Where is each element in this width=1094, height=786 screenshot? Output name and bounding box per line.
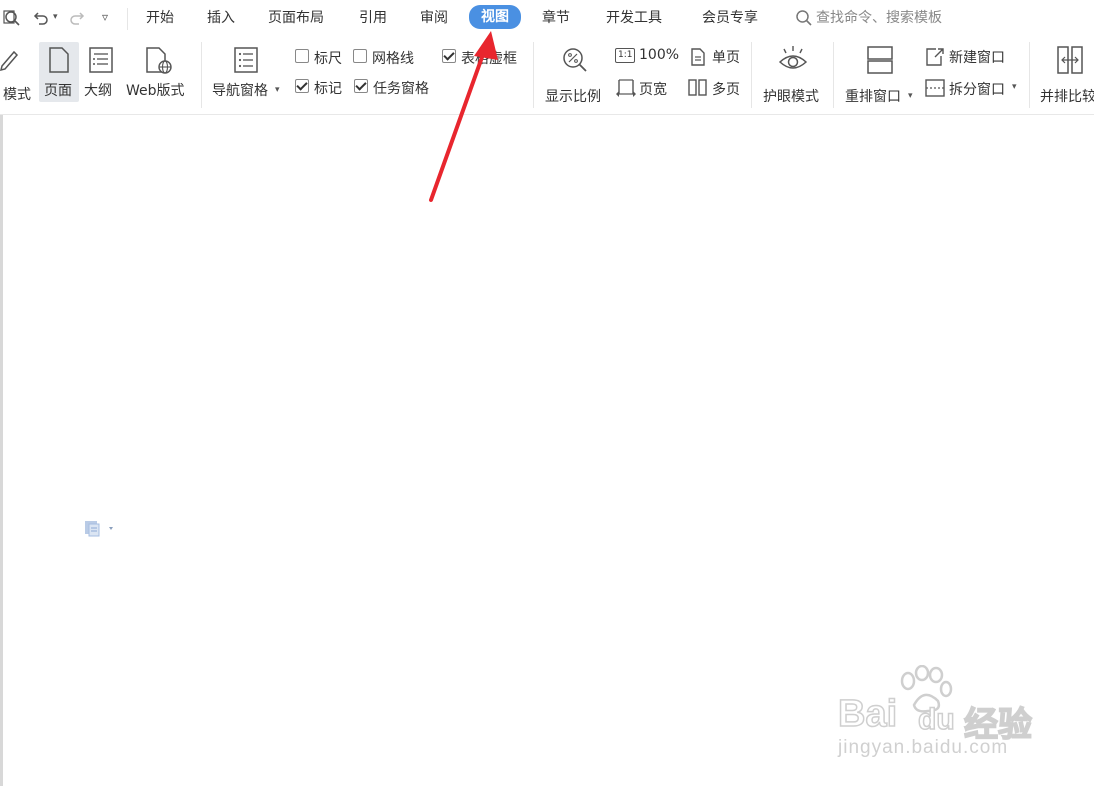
- divider: [833, 42, 834, 108]
- ruler-label: 标尺: [314, 51, 342, 67]
- baidu-watermark: Bai du 经验 jingyan.baidu.com: [836, 665, 1046, 765]
- page-width-button[interactable]: 页宽: [614, 77, 674, 99]
- customize-dropdown-icon[interactable]: ▿: [102, 10, 108, 24]
- tab-references[interactable]: 引用: [359, 8, 387, 28]
- tab-page-layout[interactable]: 页面布局: [268, 8, 324, 28]
- single-page-label: 单页: [712, 50, 740, 66]
- new-window-icon: [924, 46, 946, 68]
- split-window-dropdown-icon[interactable]: ▾: [1012, 82, 1017, 92]
- watermark-url: jingyan.baidu.com: [838, 737, 1009, 758]
- new-window-button[interactable]: 新建窗口: [924, 46, 1014, 68]
- zoom-percent-icon: [561, 46, 589, 76]
- web-layout-label: Web版式: [126, 83, 185, 99]
- eye-protection-label: 护眼模式: [763, 89, 819, 105]
- marks-label: 标记: [314, 81, 342, 97]
- redo-icon[interactable]: [68, 9, 86, 27]
- multi-page-label: 多页: [712, 82, 740, 98]
- page-view-button[interactable]: 页面: [39, 42, 79, 102]
- ruler-checkbox[interactable]: 标尺: [293, 48, 349, 67]
- navigation-pane-label: 导航窗格: [212, 83, 268, 99]
- zoom-100-label: 100%: [639, 47, 680, 63]
- outline-view-button[interactable]: 大纲: [82, 42, 120, 102]
- tab-developer[interactable]: 开发工具: [606, 8, 662, 28]
- reading-mode-button[interactable]: 模式: [0, 40, 36, 103]
- arrange-windows-icon: [866, 45, 894, 75]
- multi-page-button[interactable]: 多页: [687, 77, 747, 99]
- eye-protection-button[interactable]: 护眼模式: [758, 42, 828, 105]
- actual-size-icon: 1:1: [615, 48, 636, 63]
- zoom-button[interactable]: 显示比例: [541, 42, 609, 105]
- tab-home[interactable]: 开始: [146, 8, 174, 28]
- tab-view[interactable]: 视图: [469, 5, 521, 29]
- reading-mode-label: 模式: [3, 87, 31, 103]
- gridlines-checkbox[interactable]: 网格线: [352, 48, 424, 67]
- arrange-windows-dropdown-icon[interactable]: ▾: [908, 91, 913, 101]
- navigation-pane-button[interactable]: 导航窗格 ▾: [209, 42, 285, 102]
- paste-options-icon[interactable]: [84, 519, 118, 537]
- outline-view-label: 大纲: [84, 83, 112, 99]
- tab-insert[interactable]: 插入: [207, 8, 235, 28]
- gridlines-checkbox-box[interactable]: [353, 49, 367, 63]
- page-icon: [47, 46, 71, 74]
- divider: [127, 8, 128, 30]
- multi-page-icon: [687, 78, 709, 98]
- gridlines-label: 网格线: [372, 51, 414, 67]
- title-bar: ▾ ▿ 开始 插入 页面布局 引用 审阅 视图 章节 开发工具 会员专享 查找命…: [0, 0, 1094, 36]
- web-page-icon: [144, 46, 174, 76]
- actual-size-button[interactable]: 1:1 100%: [614, 46, 684, 68]
- arrange-windows-button[interactable]: 重排窗口 ▾: [842, 42, 918, 105]
- divider: [1029, 42, 1030, 108]
- divider: [201, 42, 202, 108]
- search-icon: [795, 9, 813, 27]
- undo-dropdown-icon[interactable]: ▾: [53, 12, 58, 22]
- ribbon: 模式 页面 大纲 Web版式 导航窗格 ▾ 标尺 网格线 表格虚框 标记 任务窗…: [0, 36, 1094, 115]
- undo-icon[interactable]: [32, 9, 50, 27]
- side-by-side-label: 并排比较: [1040, 89, 1094, 105]
- arrange-windows-label: 重排窗口: [845, 89, 901, 105]
- single-page-icon: [689, 47, 707, 67]
- watermark-brand-right: du: [917, 702, 955, 737]
- eye-icon: [777, 44, 809, 74]
- page-width-icon: [615, 78, 637, 98]
- page-left-edge: [0, 115, 3, 786]
- watermark-brand-left: Bai: [837, 692, 898, 736]
- tab-chapter[interactable]: 章节: [542, 8, 570, 28]
- tab-review[interactable]: 审阅: [420, 8, 448, 28]
- split-window-icon: [924, 77, 946, 99]
- marks-checkbox[interactable]: 标记: [293, 78, 349, 97]
- navigation-pane-dropdown-icon[interactable]: ▾: [275, 85, 280, 95]
- list-icon: [233, 46, 259, 74]
- divider: [533, 42, 534, 108]
- page-width-label: 页宽: [639, 82, 667, 98]
- outline-icon: [88, 46, 114, 74]
- search-placeholder: 查找命令、搜索模板: [816, 10, 942, 26]
- print-preview-icon[interactable]: [2, 8, 22, 28]
- side-by-side-icon: [1056, 45, 1084, 75]
- split-window-button[interactable]: 拆分窗口 ▾: [924, 77, 1020, 99]
- split-window-label: 拆分窗口: [949, 82, 1005, 98]
- zoom-label: 显示比例: [545, 89, 601, 105]
- web-layout-button[interactable]: Web版式: [124, 42, 194, 102]
- page-view-label: 页面: [44, 83, 72, 99]
- pencil-icon: [0, 46, 20, 72]
- divider: [751, 42, 752, 108]
- new-window-label: 新建窗口: [949, 50, 1005, 66]
- ruler-checkbox-box[interactable]: [295, 49, 309, 63]
- red-arrow-annotation: [429, 31, 498, 202]
- tab-member[interactable]: 会员专享: [702, 8, 758, 28]
- side-by-side-button[interactable]: 并排比较: [1036, 42, 1094, 105]
- task-pane-checkbox-box[interactable]: [354, 79, 368, 93]
- single-page-button[interactable]: 单页: [689, 46, 747, 68]
- marks-checkbox-box[interactable]: [295, 79, 309, 93]
